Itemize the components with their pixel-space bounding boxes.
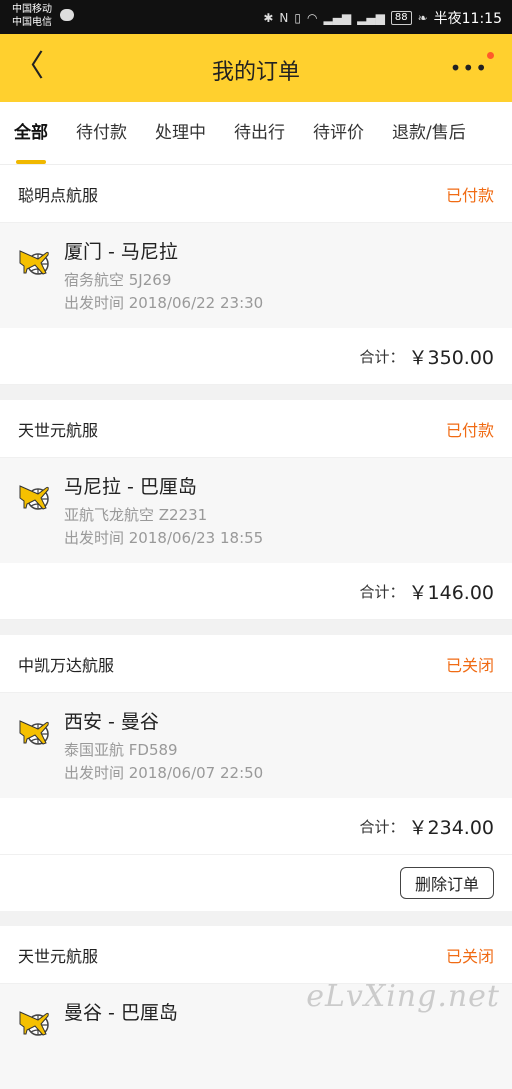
clock: 半夜11:15: [433, 11, 502, 27]
bluetooth-icon: ✱: [263, 11, 274, 25]
departure-time: 出发时间 2018/06/22 23:30: [64, 294, 264, 312]
order-header: 天世元航服 已付款: [0, 400, 512, 458]
wifi-icon: ◠: [306, 11, 318, 25]
more-options-icon[interactable]: •••: [450, 56, 488, 80]
order-total: 合计： ￥234.00: [0, 798, 512, 855]
status-bar: 中国移动 中国电信 ✱ N ▯ ◠ ▂▄▆ ▂▄▆ 88 ❧ 半夜11:15: [0, 0, 512, 34]
order-status: 已关闭: [445, 655, 494, 675]
signal-2-icon: ▂▄▆: [357, 11, 385, 25]
agency-name: 聪明点航服: [18, 185, 99, 205]
order-total: 合计： ￥146.00: [0, 563, 512, 620]
tab-processing[interactable]: 处理中: [141, 102, 220, 164]
plane-globe-icon: [19, 1011, 49, 1036]
flight-info[interactable]: 厦门 - 马尼拉 宿务航空 5J269 出发时间 2018/06/22 23:3…: [0, 223, 512, 328]
total-amount: ￥234.00: [408, 816, 494, 839]
tab-to-travel[interactable]: 待出行: [220, 102, 299, 164]
agency-name: 中凯万达航服: [18, 655, 115, 675]
flight-route: 马尼拉 - 巴厘岛: [64, 476, 197, 498]
order-actions: 删除订单: [0, 855, 512, 911]
total-label: 合计：: [359, 817, 405, 836]
flight-info[interactable]: 西安 - 曼谷 泰国亚航 FD589 出发时间 2018/06/07 22:50: [0, 693, 512, 798]
airline-flight-number: 宿务航空 5J269: [64, 271, 172, 289]
plane-globe-icon: [19, 485, 49, 510]
page-title: 我的订单: [211, 60, 300, 85]
order-total: 合计： ￥350.00: [0, 328, 512, 385]
order-status: 已付款: [445, 185, 494, 205]
notification-dot: [487, 52, 494, 59]
delete-order-button[interactable]: 删除订单: [399, 867, 494, 899]
airline-flight-number: 亚航飞龙航空 Z2231: [64, 506, 208, 524]
app-header: 〈 我的订单 •••: [0, 34, 512, 102]
order-card[interactable]: 天世元航服 已付款 马尼拉 - 巴厘岛 亚航飞龙航空 Z2231 出发时间 20…: [0, 400, 512, 620]
tab-pending-payment[interactable]: 待付款: [62, 102, 141, 164]
vibrate-icon: ▯: [294, 11, 301, 25]
agency-name: 天世元航服: [18, 946, 99, 966]
tab-all[interactable]: 全部: [0, 102, 62, 164]
battery-icon: 88: [390, 11, 412, 25]
order-header: 中凯万达航服 已关闭: [0, 635, 512, 693]
flight-route: 西安 - 曼谷: [64, 711, 159, 733]
departure-time: 出发时间 2018/06/07 22:50: [64, 764, 264, 782]
order-header: 天世元航服 已关闭: [0, 926, 512, 984]
order-status: 已付款: [445, 420, 494, 440]
order-header: 聪明点航服 已付款: [0, 165, 512, 223]
order-card[interactable]: 聪明点航服 已付款 厦门 - 马尼拉 宿务航空 5J269 出发时间 2018/…: [0, 165, 512, 385]
carrier-1: 中国移动: [12, 4, 52, 15]
flight-info[interactable]: 马尼拉 - 巴厘岛 亚航飞龙航空 Z2231 出发时间 2018/06/23 1…: [0, 458, 512, 563]
total-amount: ￥146.00: [408, 581, 494, 604]
total-amount: ￥350.00: [408, 346, 494, 369]
carrier-info: 中国移动 中国电信: [12, 3, 52, 29]
flight-route: 厦门 - 马尼拉: [64, 241, 178, 263]
nfc-icon: N: [279, 11, 289, 25]
tab-to-review[interactable]: 待评价: [299, 102, 378, 164]
flight-route: 曼谷 - 巴厘岛: [64, 1002, 178, 1024]
plane-globe-icon: [19, 720, 49, 745]
order-tabs: 全部 待付款 处理中 待出行 待评价 退款/售后: [0, 102, 512, 165]
order-card[interactable]: 中凯万达航服 已关闭 西安 - 曼谷 泰国亚航 FD589 出发时间 2018/…: [0, 635, 512, 911]
signal-icon: ▂▄▆: [323, 11, 352, 25]
agency-name: 天世元航服: [18, 420, 99, 440]
tab-refund[interactable]: 退款/售后: [378, 102, 480, 164]
airline-flight-number: 泰国亚航 FD589: [64, 741, 178, 759]
order-list: 聪明点航服 已付款 厦门 - 马尼拉 宿务航空 5J269 出发时间 2018/…: [0, 165, 512, 1089]
leaf-icon: ❧: [417, 11, 428, 25]
plane-globe-icon: [19, 250, 49, 275]
order-status: 已关闭: [445, 946, 494, 966]
departure-time: 出发时间 2018/06/23 18:55: [64, 529, 264, 547]
watermark: eLvXing.net: [306, 979, 500, 1014]
total-label: 合计：: [359, 347, 405, 366]
carrier-2: 中国电信: [12, 17, 52, 28]
status-icons: ✱ N ▯ ◠ ▂▄▆ ▂▄▆ 88 ❧ 半夜11:15: [263, 8, 502, 28]
total-label: 合计：: [359, 582, 405, 601]
chat-bubble-icon: [60, 9, 74, 21]
